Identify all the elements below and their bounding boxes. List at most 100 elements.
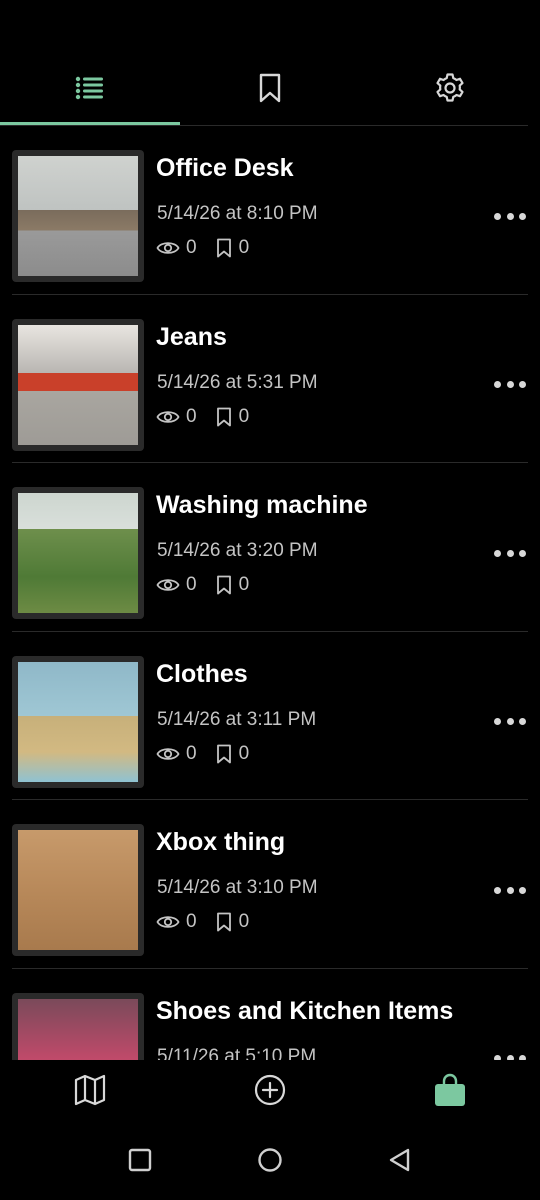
list-icon [75,76,103,100]
views-stat: 0 [156,406,197,428]
dot-icon [494,381,501,388]
item-photo [18,493,138,613]
saves-stat: 0 [215,742,250,765]
saves-count: 0 [238,574,250,595]
eye-icon [156,916,180,928]
saves-stat: 0 [215,237,250,259]
eye-icon [156,410,180,423]
list-item[interactable]: Office Desk 5/14/26 at 8:10 PM 0 0 [0,126,540,295]
nav-add[interactable] [180,1060,360,1120]
eye-icon [156,242,180,254]
dot-icon [506,718,514,725]
item-thumbnail[interactable] [12,150,144,282]
dot-icon [494,549,501,557]
back-button[interactable] [335,1120,465,1200]
nav-my-items[interactable] [360,1060,540,1120]
item-photo [18,156,138,276]
item-thumbnail[interactable] [12,655,144,788]
item-title: Clothes [156,659,248,688]
dot-icon [519,212,526,220]
tab-bookmarks[interactable] [180,52,360,124]
item-stats: 0 0 [156,406,267,428]
dot-icon [506,381,514,388]
more-options-button[interactable] [494,543,526,563]
bookmark-icon [259,73,281,103]
item-photo [18,661,138,782]
views-stat: 0 [156,743,197,765]
status-bar [0,0,540,52]
eye-icon [156,579,180,591]
item-date: 5/14/26 at 3:10 PM [157,877,318,898]
saves-stat: 0 [215,574,250,596]
list-item[interactable]: Shoes and Kitchen Items 5/11/26 at 5:10 … [0,969,540,1061]
views-stat: 0 [156,237,197,259]
plus-circle-icon [254,1074,286,1106]
nav-map[interactable] [0,1060,180,1120]
map-icon [74,1074,106,1106]
saves-count: 0 [238,742,250,764]
listing-list[interactable]: Office Desk 5/14/26 at 8:10 PM 0 0 Jeans… [0,126,540,1060]
item-title: Xbox thing [156,828,286,856]
more-options-button[interactable] [494,880,526,900]
shopping-bag-icon [435,1073,465,1106]
home-button[interactable] [205,1120,335,1200]
more-options-button[interactable] [494,712,526,732]
dot-icon [494,212,501,220]
home-circle-icon [258,1148,282,1172]
dot-icon [494,886,501,894]
more-options-button[interactable] [494,1049,526,1060]
dot-icon [506,549,514,557]
dot-icon [519,381,526,388]
item-thumbnail[interactable] [12,487,144,619]
list-item[interactable]: Xbox thing 5/14/26 at 3:10 PM 0 0 [0,800,540,969]
item-date: 5/14/26 at 3:20 PM [157,540,318,561]
item-stats: 0 0 [156,743,267,765]
bookmark-icon [216,575,231,595]
bookmark-icon [216,407,231,426]
item-date: 5/14/26 at 5:31 PM [157,371,318,393]
bookmark-icon [216,744,231,763]
dot-icon [506,212,514,220]
saves-stat: 0 [215,911,250,933]
list-item[interactable]: Clothes 5/14/26 at 3:11 PM 0 0 [0,632,540,801]
views-count: 0 [186,742,197,764]
item-title: Jeans [156,322,227,351]
item-thumbnail[interactable] [12,992,144,1060]
item-stats: 0 0 [156,911,267,933]
item-date: 5/14/26 at 8:10 PM [157,203,318,224]
item-title: Office Desk [156,154,294,182]
dot-icon [519,718,526,725]
dot-icon [519,549,526,557]
bookmark-icon [216,912,231,932]
list-item[interactable]: Jeans 5/14/26 at 5:31 PM 0 0 [0,295,540,464]
top-tab-bar [0,52,540,126]
recents-button[interactable] [75,1120,205,1200]
views-count: 0 [186,405,197,427]
item-title: Shoes and Kitchen Items [156,996,454,1025]
tab-settings[interactable] [360,52,540,124]
eye-icon [156,747,180,760]
item-stats: 0 0 [156,237,267,259]
views-count: 0 [186,237,197,258]
item-thumbnail[interactable] [12,824,144,956]
views-count: 0 [186,911,197,932]
list-item[interactable]: Washing machine 5/14/26 at 3:20 PM 0 0 [0,463,540,632]
item-date: 5/14/26 at 3:11 PM [157,708,317,730]
more-options-button[interactable] [494,206,526,226]
gear-icon [436,73,464,102]
recents-square-icon [128,1148,152,1172]
item-photo [18,324,138,445]
item-photo [18,998,138,1060]
views-stat: 0 [156,574,197,596]
dot-icon [519,886,526,894]
item-title: Washing machine [156,491,368,519]
item-stats: 0 0 [156,574,267,596]
more-options-button[interactable] [494,375,526,395]
saves-count: 0 [238,405,250,427]
views-stat: 0 [156,911,197,933]
saves-count: 0 [238,237,250,258]
item-date: 5/11/26 at 5:10 PM [157,1045,317,1061]
item-thumbnail[interactable] [12,318,144,451]
tab-list[interactable] [0,52,180,126]
saves-count: 0 [238,911,250,932]
